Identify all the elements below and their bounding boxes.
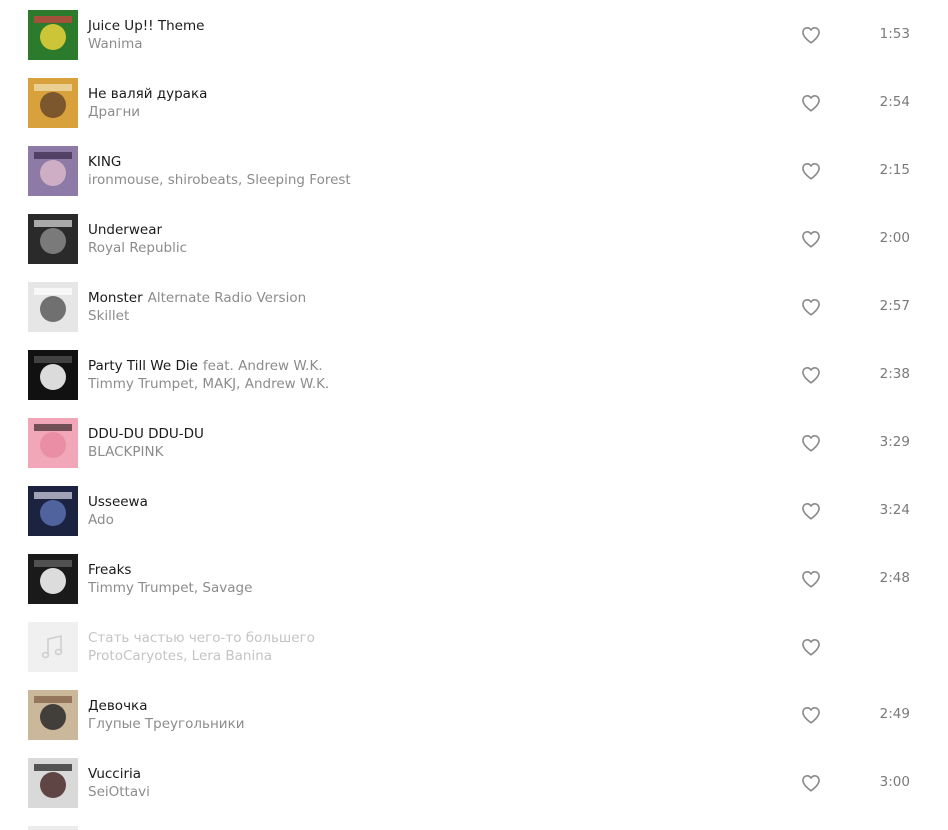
track-artist[interactable]: ironmouse, shirobeats, Sleeping Forest: [88, 171, 351, 189]
track-title[interactable]: Party Till We Die: [88, 358, 198, 374]
album-cover[interactable]: [28, 418, 78, 468]
heart-outline-icon[interactable]: [800, 364, 822, 386]
track-artist[interactable]: Timmy Trumpet, MAKJ, Andrew W.K.: [88, 375, 329, 393]
track-artist[interactable]: Wanima: [88, 35, 143, 53]
track-duration: 1:53: [879, 26, 910, 42]
track-title-line: Стать частью чего-то большего: [88, 629, 315, 647]
track-artist[interactable]: Skillet: [88, 307, 129, 325]
track-duration: 2:15: [879, 162, 910, 178]
music-note-placeholder-icon[interactable]: [28, 622, 78, 672]
album-cover[interactable]: [28, 78, 78, 128]
track-artist[interactable]: ProtoCaryotes, Lera Banina: [88, 647, 272, 665]
heart-outline-icon[interactable]: [800, 296, 822, 318]
track-row[interactable]: Не валяй дурака Драгни 2:54: [0, 68, 948, 136]
track-duration: 2:00: [879, 230, 910, 246]
heart-outline-icon[interactable]: [800, 432, 822, 454]
track-row[interactable]: Party Till We Die feat. Andrew W.K. Timmy …: [0, 340, 948, 408]
track-title-line: Party Till We Die feat. Andrew W.K.: [88, 357, 323, 375]
album-cover[interactable]: [28, 146, 78, 196]
track-title-line: Juice Up!! Theme: [88, 17, 204, 35]
track-title[interactable]: Underwear: [88, 222, 162, 238]
partial-album-cover: [28, 826, 78, 830]
heart-outline-icon[interactable]: [800, 160, 822, 182]
track-title[interactable]: DDU-DU DDU-DU: [88, 426, 204, 442]
track-title[interactable]: Freaks: [88, 562, 131, 578]
track-title-line: Vucciria: [88, 765, 141, 783]
track-title[interactable]: Vucciria: [88, 766, 141, 782]
album-cover[interactable]: [28, 10, 78, 60]
track-title[interactable]: Juice Up!! Theme: [88, 18, 204, 34]
track-version: feat. Andrew W.K.: [202, 358, 323, 374]
track-title-line: Freaks: [88, 561, 131, 579]
heart-outline-icon[interactable]: [800, 92, 822, 114]
track-duration: 2:54: [879, 94, 910, 110]
track-row[interactable]: Underwear Royal Republic 2:00: [0, 204, 948, 272]
track-row[interactable]: Freaks Timmy Trumpet, Savage 2:48: [0, 544, 948, 612]
track-title-line: Не валяй дурака: [88, 85, 207, 103]
track-artist[interactable]: Royal Republic: [88, 239, 187, 257]
track-row[interactable]: Стать частью чего-то большего ProtoCaryot…: [0, 612, 948, 680]
track-artist[interactable]: Глупые Треугольники: [88, 715, 245, 733]
track-duration: 2:38: [879, 366, 910, 382]
heart-outline-icon[interactable]: [800, 568, 822, 590]
track-row[interactable]: DDU-DU DDU-DU BLACKPINK 3:29: [0, 408, 948, 476]
album-cover[interactable]: [28, 350, 78, 400]
album-cover[interactable]: [28, 486, 78, 536]
track-title-line: Monster Alternate Radio Version: [88, 289, 306, 307]
track-row[interactable]: Девочка Глупые Треугольники 2:49: [0, 680, 948, 748]
album-cover[interactable]: [28, 214, 78, 264]
track-duration: 2:49: [879, 706, 910, 722]
track-title-line: DDU-DU DDU-DU: [88, 425, 204, 443]
track-row[interactable]: Usseewa Ado 3:24: [0, 476, 948, 544]
heart-outline-icon[interactable]: [800, 500, 822, 522]
track-duration: 2:48: [879, 570, 910, 586]
track-row[interactable]: Vucciria SeiOttavi 3:00: [0, 748, 948, 816]
track-title[interactable]: Стать частью чего-то большего: [88, 630, 315, 646]
album-cover[interactable]: [28, 554, 78, 604]
track-version: Alternate Radio Version: [147, 290, 307, 306]
track-title[interactable]: Usseewa: [88, 494, 148, 510]
album-cover[interactable]: [28, 282, 78, 332]
album-cover[interactable]: [28, 690, 78, 740]
track-title-line: Usseewa: [88, 493, 148, 511]
track-row[interactable]: KING ironmouse, shirobeats, Sleeping Fore…: [0, 136, 948, 204]
track-duration: 2:57: [879, 298, 910, 314]
track-artist[interactable]: BLACKPINK: [88, 443, 163, 461]
heart-outline-icon[interactable]: [800, 636, 822, 658]
heart-outline-icon[interactable]: [800, 24, 822, 46]
album-cover[interactable]: [28, 758, 78, 808]
track-title[interactable]: KING: [88, 154, 121, 170]
track-row[interactable]: Juice Up!! Theme Wanima 1:53: [0, 0, 948, 68]
track-artist[interactable]: Ado: [88, 511, 114, 529]
track-row[interactable]: Monster Alternate Radio Version Skillet 2:5…: [0, 272, 948, 340]
track-artist[interactable]: SeiOttavi: [88, 783, 150, 801]
track-duration: 3:00: [879, 774, 910, 790]
heart-outline-icon[interactable]: [800, 704, 822, 726]
track-artist[interactable]: Timmy Trumpet, Savage: [88, 579, 252, 597]
track-title[interactable]: Девочка: [88, 698, 147, 714]
track-title-line: KING: [88, 153, 121, 171]
track-title[interactable]: Monster: [88, 290, 143, 306]
track-title[interactable]: Не валяй дурака: [88, 86, 207, 102]
track-duration: 3:29: [879, 434, 910, 450]
track-title-line: Underwear: [88, 221, 162, 239]
track-artist[interactable]: Драгни: [88, 103, 140, 121]
heart-outline-icon[interactable]: [800, 772, 822, 794]
track-title-line: Девочка: [88, 697, 147, 715]
track-list: Juice Up!! Theme Wanima 1:53 Не валяй дурак…: [0, 0, 948, 816]
heart-outline-icon[interactable]: [800, 228, 822, 250]
track-duration: 3:24: [879, 502, 910, 518]
